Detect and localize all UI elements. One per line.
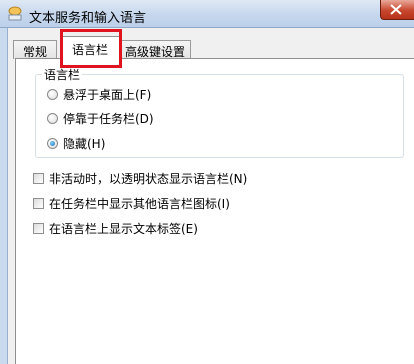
- radio-floating-on-desktop[interactable]: 悬浮于桌面上(F): [47, 86, 151, 102]
- checkbox-label: 在任务栏中显示其他语言栏图标(I): [49, 196, 230, 211]
- radio-label: 隐藏(H): [63, 136, 106, 151]
- group-legend: 语言栏: [42, 66, 83, 83]
- radio-label: 悬浮于桌面上(F): [63, 87, 152, 102]
- window-frame-left: [0, 28, 8, 364]
- radio-button[interactable]: [47, 88, 58, 100]
- checkbox-show-extra-icons-in-taskbar[interactable]: 在任务栏中显示其他语言栏图标(I): [33, 195, 230, 211]
- tab-language-bar[interactable]: 语言栏: [60, 36, 120, 60]
- radio-hidden[interactable]: 隐藏(H): [47, 135, 105, 151]
- checkbox-show-text-labels[interactable]: 在语言栏上显示文本标签(E): [33, 220, 198, 236]
- tab-label: 高级键设置: [124, 45, 185, 59]
- tab-general[interactable]: 常规: [13, 40, 57, 59]
- keyboard-icon: [7, 6, 23, 22]
- window-title: 文本服务和输入语言: [29, 11, 147, 26]
- checkbox[interactable]: [33, 172, 44, 184]
- checkbox[interactable]: [33, 197, 44, 209]
- radio-button[interactable]: [47, 112, 58, 124]
- language-bar-groupbox: 语言栏 悬浮于桌面上(F) 停靠于任务栏(D) 隐藏(H): [35, 66, 404, 158]
- radio-button-selected[interactable]: [47, 137, 58, 149]
- tab-advanced-key-settings[interactable]: 高级键设置: [119, 40, 191, 59]
- checkbox[interactable]: [33, 222, 44, 234]
- checkbox-label: 非活动时，以透明状态显示语言栏(N): [49, 171, 248, 186]
- title-bar: 文本服务和输入语言: [0, 0, 414, 28]
- radio-label: 停靠于任务栏(D): [63, 111, 154, 126]
- tab-label: 语言栏: [71, 43, 108, 57]
- checkbox-label: 在语言栏上显示文本标签(E): [49, 221, 198, 236]
- close-button[interactable]: [380, 0, 414, 20]
- close-icon: [390, 4, 402, 15]
- tab-strip: 常规 语言栏 高级键设置: [13, 36, 414, 60]
- checkbox-transparent-when-inactive[interactable]: 非活动时，以透明状态显示语言栏(N): [33, 170, 247, 186]
- tab-panel: 语言栏 悬浮于桌面上(F) 停靠于任务栏(D) 隐藏(H) 非活动时，以透明状态…: [15, 58, 414, 364]
- tab-label: 常规: [22, 45, 47, 59]
- radio-docked-in-taskbar[interactable]: 停靠于任务栏(D): [47, 110, 154, 126]
